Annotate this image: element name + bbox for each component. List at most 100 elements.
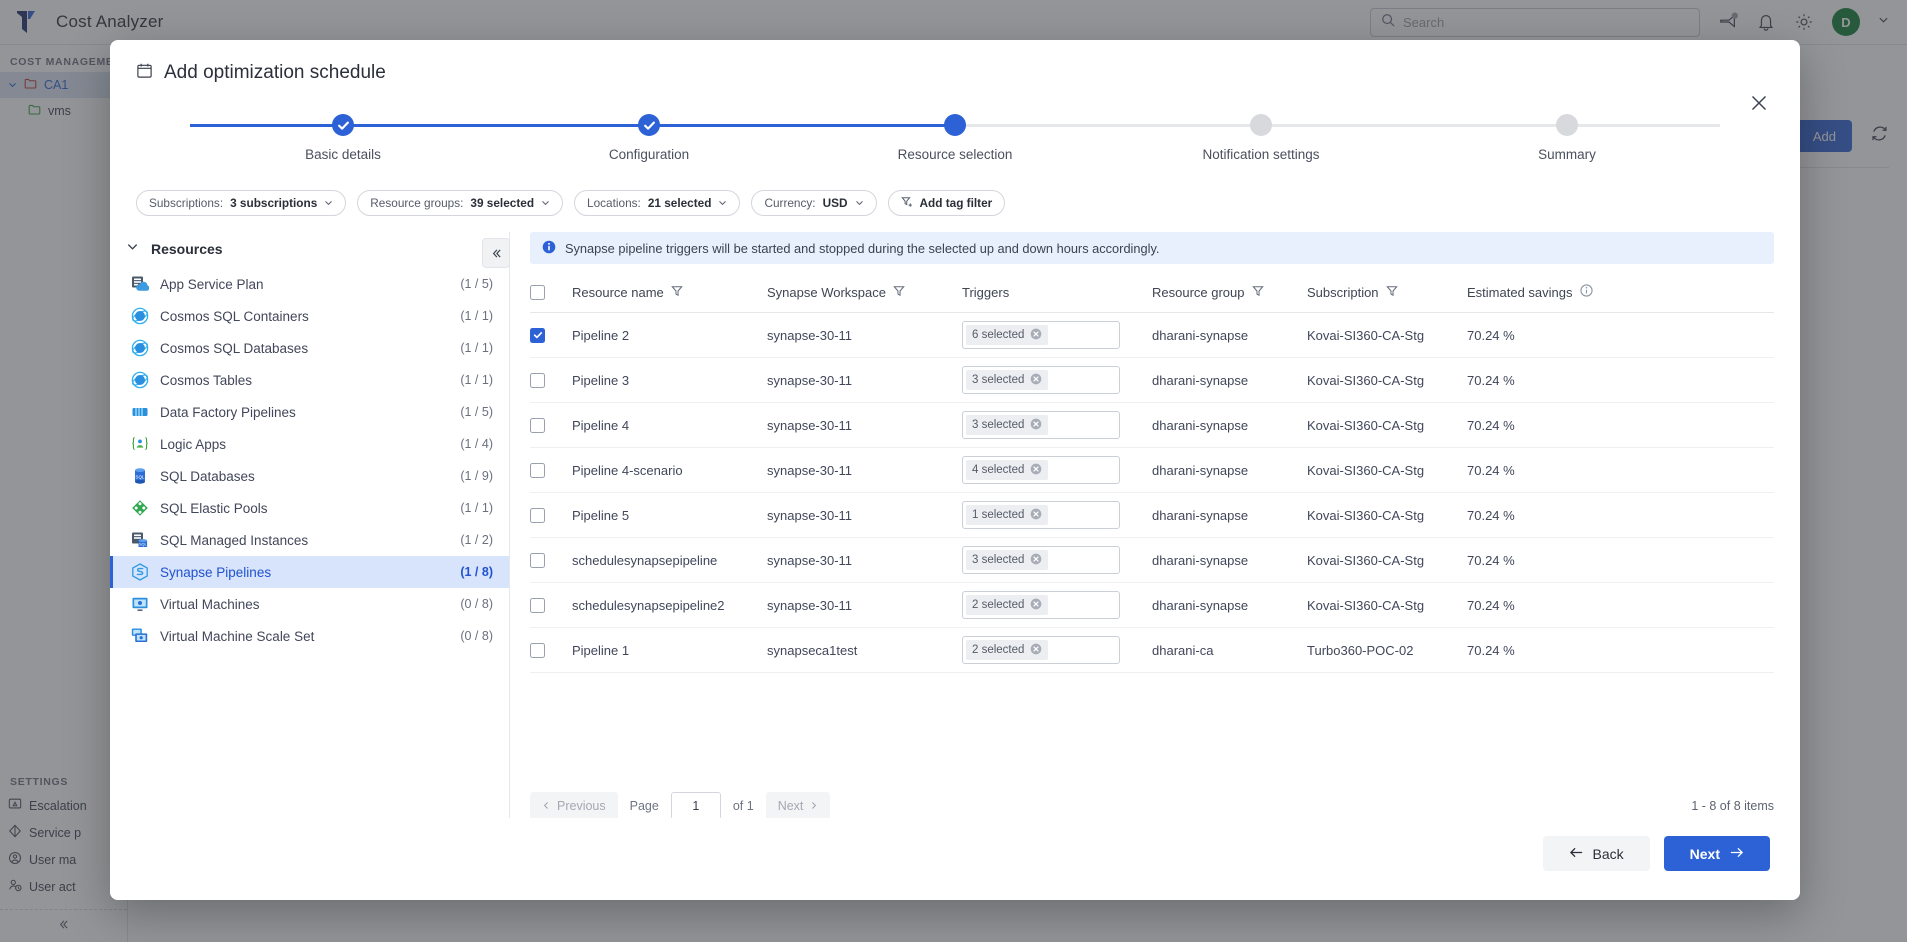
filter-prefix: Resource groups: — [370, 196, 464, 210]
stepper-step-resource-selection[interactable]: Resource selection — [802, 114, 1108, 162]
resource-type-item-cosmos-sql-containers[interactable]: Cosmos SQL Containers (1 / 1) — [110, 300, 509, 332]
row-select-cell[interactable] — [530, 492, 572, 538]
triggers-select[interactable]: 4 selected — [962, 456, 1120, 484]
filter-icon[interactable] — [1385, 285, 1398, 300]
cell-subscription: Kovai-SI360-CA-Stg — [1307, 582, 1467, 628]
triggers-select[interactable]: 2 selected — [962, 636, 1120, 664]
cell-subscription: Kovai-SI360-CA-Stg — [1307, 312, 1467, 358]
triggers-select[interactable]: 3 selected — [962, 546, 1120, 574]
row-select-cell[interactable] — [530, 537, 572, 583]
triggers-select[interactable]: 3 selected — [962, 411, 1120, 439]
row-checkbox[interactable] — [530, 597, 545, 613]
triggers-tag-label: 6 selected — [972, 329, 1025, 341]
row-checkbox[interactable] — [530, 372, 545, 388]
previous-page-button[interactable]: Previous — [530, 792, 618, 820]
column-header-select-all[interactable] — [530, 274, 572, 313]
locations-filter[interactable]: Locations: 21 selected — [574, 190, 741, 216]
triggers-select[interactable]: 2 selected — [962, 591, 1120, 619]
next-page-button[interactable]: Next — [765, 792, 831, 820]
resource-type-item-data-factory-pipelines[interactable]: Data Factory Pipelines (1 / 5) — [110, 396, 509, 428]
resource-type-count: (0 / 8) — [460, 629, 493, 643]
back-button[interactable]: Back — [1542, 836, 1650, 871]
row-select-cell[interactable] — [530, 582, 572, 628]
remove-tag-icon[interactable] — [1030, 463, 1042, 478]
table-row[interactable]: Pipeline 2 synapse-30-11 6 selected dharani… — [530, 312, 1774, 358]
remove-tag-icon[interactable] — [1030, 643, 1042, 658]
subscriptions-filter[interactable]: Subscriptions: 3 subscriptions — [136, 190, 347, 216]
stepper-label: Notification settings — [1202, 147, 1320, 162]
remove-tag-icon[interactable] — [1030, 508, 1042, 523]
previous-page-label: Previous — [557, 799, 606, 813]
table-row[interactable]: Pipeline 1 synapseca1test 2 selected dharan… — [530, 627, 1774, 673]
cell-synapse-workspace: synapseca1test — [767, 627, 962, 673]
currency-filter[interactable]: Currency: USD — [751, 190, 877, 216]
row-select-cell[interactable] — [530, 312, 572, 358]
table-row[interactable]: Pipeline 5 synapse-30-11 1 selected dharani… — [530, 492, 1774, 538]
triggers-tag: 3 selected — [966, 550, 1049, 570]
remove-tag-icon[interactable] — [1030, 553, 1042, 568]
table-row[interactable]: schedulesynapsepipeline synapse-30-11 3 se… — [530, 537, 1774, 583]
cell-synapse-workspace: synapse-30-11 — [767, 357, 962, 403]
chevron-down-icon[interactable] — [126, 240, 139, 258]
stepper-step-notification-settings[interactable]: Notification settings — [1108, 114, 1414, 162]
stepper-step-summary[interactable]: Summary — [1414, 114, 1720, 162]
row-checkbox[interactable] — [530, 552, 545, 568]
dialog-header: Add optimization schedule — [110, 40, 1800, 84]
resource-type-item-app-service-plan[interactable]: App Service Plan (1 / 5) — [110, 268, 509, 300]
table-row[interactable]: schedulesynapsepipeline2 synapse-30-11 2 s… — [530, 582, 1774, 628]
table-row[interactable]: Pipeline 4-scenario synapse-30-11 4 select… — [530, 447, 1774, 493]
cell-resource-name: Pipeline 4-scenario — [572, 447, 767, 493]
resource-type-item-logic-apps[interactable]: Logic Apps (1 / 4) — [110, 428, 509, 460]
triggers-tag-label: 4 selected — [972, 464, 1025, 476]
remove-tag-icon[interactable] — [1030, 328, 1042, 343]
filter-icon[interactable] — [670, 285, 683, 300]
remove-tag-icon[interactable] — [1030, 598, 1042, 613]
resource-type-item-sql-managed-instances[interactable]: SQL SQL Managed Instances (1 / 2) — [110, 524, 509, 556]
stepper-step-configuration[interactable]: Configuration — [496, 114, 802, 162]
cell-estimated-savings: 70.24 % — [1467, 357, 1774, 403]
resource-type-label: Cosmos SQL Databases — [160, 340, 309, 356]
resource-type-item-synapse-pipelines[interactable]: Synapse Pipelines (1 / 8) — [110, 556, 509, 588]
resource-type-item-virtual-machine-scale-set[interactable]: Virtual Machine Scale Set (0 / 8) — [110, 620, 509, 652]
resource-type-label: Data Factory Pipelines — [160, 404, 296, 420]
select-all-checkbox[interactable] — [530, 284, 545, 300]
table-row[interactable]: Pipeline 4 synapse-30-11 3 selected dharani… — [530, 402, 1774, 448]
stepper-steps: Basic details Configuration Resource selec… — [190, 114, 1720, 162]
page-number-input[interactable] — [670, 792, 721, 820]
row-checkbox[interactable] — [530, 507, 545, 523]
row-select-cell[interactable] — [530, 357, 572, 403]
cell-estimated-savings: 70.24 % — [1467, 312, 1774, 358]
row-checkbox[interactable] — [530, 462, 545, 478]
row-checkbox[interactable] — [530, 417, 545, 433]
next-button[interactable]: Next — [1663, 836, 1770, 871]
vm-scale-set-icon — [131, 627, 149, 645]
stepper-step-basic-details[interactable]: Basic details — [190, 114, 496, 162]
triggers-select[interactable]: 1 selected — [962, 501, 1120, 529]
row-checkbox[interactable] — [530, 642, 545, 658]
close-icon[interactable] — [1748, 92, 1770, 114]
resource-type-item-cosmos-tables[interactable]: Cosmos Tables (1 / 1) — [110, 364, 509, 396]
resources-panel: Resources App Service Plan (1 / 5) Cosmos … — [110, 232, 510, 832]
synapse-icon — [131, 563, 149, 581]
resource-type-list: App Service Plan (1 / 5) Cosmos SQL Contai… — [110, 268, 509, 652]
row-select-cell[interactable] — [530, 447, 572, 493]
info-icon[interactable] — [1579, 284, 1593, 300]
resource-type-item-virtual-machines[interactable]: Virtual Machines (0 / 8) — [110, 588, 509, 620]
triggers-select[interactable]: 6 selected — [962, 321, 1120, 349]
resource-type-item-cosmos-sql-databases[interactable]: Cosmos SQL Databases (1 / 1) — [110, 332, 509, 364]
row-select-cell[interactable] — [530, 627, 572, 673]
row-select-cell[interactable] — [530, 402, 572, 448]
triggers-select[interactable]: 3 selected — [962, 366, 1120, 394]
resources-collapse-button[interactable] — [482, 238, 510, 268]
filter-icon[interactable] — [893, 285, 905, 300]
resource-type-item-sql-databases[interactable]: SQL SQL Databases (1 / 9) — [110, 460, 509, 492]
resource-type-item-sql-elastic-pools[interactable]: SQL Elastic Pools (1 / 1) — [110, 492, 509, 524]
filter-bar: Subscriptions: 3 subscriptions Resource gr… — [110, 176, 1800, 216]
remove-tag-icon[interactable] — [1030, 373, 1042, 388]
filter-icon[interactable] — [1251, 285, 1264, 300]
add-tag-filter[interactable]: Add tag filter — [887, 190, 1006, 216]
remove-tag-icon[interactable] — [1030, 418, 1042, 433]
resource-groups-filter[interactable]: Resource groups: 39 selected — [357, 190, 564, 216]
row-checkbox[interactable] — [530, 327, 545, 343]
table-row[interactable]: Pipeline 3 synapse-30-11 3 selected dharani… — [530, 357, 1774, 403]
